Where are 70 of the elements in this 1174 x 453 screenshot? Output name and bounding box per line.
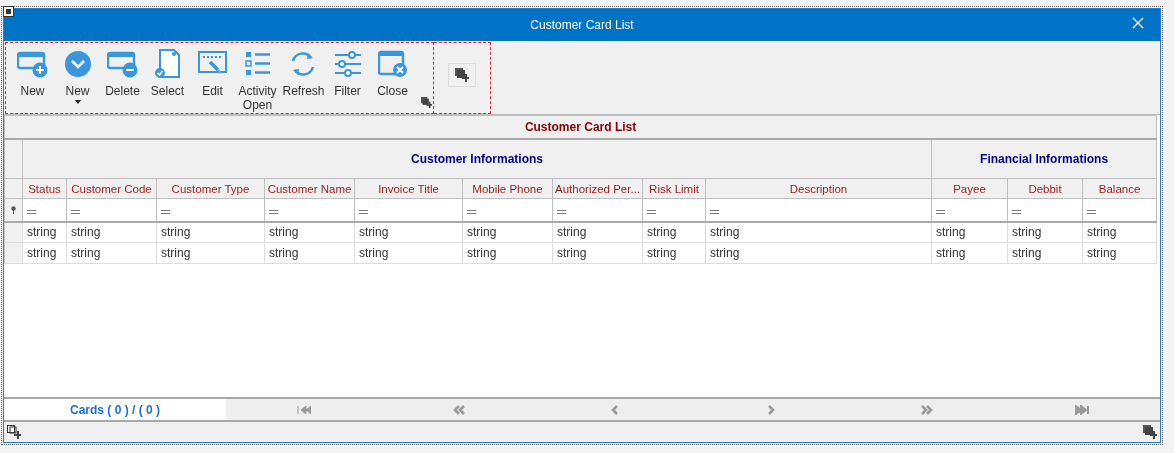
equals-icon[interactable] — [1087, 209, 1096, 214]
table-cell: string — [264, 221, 355, 243]
equals-icon[interactable] — [71, 209, 80, 214]
add-icon — [1143, 425, 1157, 439]
sliders-icon — [332, 50, 363, 78]
equals-icon[interactable] — [936, 209, 945, 214]
table-cell: string — [156, 221, 265, 243]
dropdown-button[interactable]: New — [55, 43, 100, 113]
toolbar-button[interactable]: Delete — [100, 43, 145, 113]
designer-icon — [3, 6, 14, 17]
table-cell: string — [931, 242, 1008, 264]
table-cell: string — [462, 242, 553, 264]
table-cell: string — [22, 221, 67, 243]
toolbar-button[interactable]: Select — [145, 43, 190, 113]
component-tray-icon — [7, 425, 21, 439]
table-cell: string — [66, 242, 157, 264]
table-cell: string — [705, 221, 932, 243]
table-cell: string — [156, 242, 265, 264]
toolbar-button[interactable]: Edit — [190, 43, 235, 113]
table-cell: string — [462, 221, 553, 243]
toolbar-button[interactable]: Refresh — [280, 43, 325, 113]
last-page-icon — [1075, 404, 1090, 415]
window-title: Customer Card List — [530, 18, 634, 32]
list-icon — [243, 50, 272, 78]
add-icon — [455, 68, 469, 82]
equals-icon[interactable] — [161, 209, 170, 214]
equals-icon[interactable] — [467, 209, 476, 214]
first-page-icon — [296, 404, 311, 415]
double-chevron-left-icon — [452, 404, 467, 415]
toolbar-button[interactable]: Filter — [325, 43, 370, 113]
pin-icon — [11, 205, 16, 214]
chevron-down-icon — [63, 50, 92, 78]
table-cell: string — [705, 242, 932, 264]
table-cell: string — [66, 221, 157, 243]
equals-icon[interactable] — [1012, 209, 1021, 214]
table-cell: string — [552, 221, 643, 243]
table-cell: string — [1082, 242, 1157, 264]
table-cell: string — [1007, 221, 1083, 243]
window-close-icon — [377, 50, 408, 78]
close-icon — [1132, 17, 1144, 29]
equals-icon[interactable] — [359, 209, 368, 214]
equals-icon[interactable] — [647, 209, 656, 214]
table-cell: string — [931, 221, 1008, 243]
table-cell: string — [1082, 221, 1157, 243]
toolbar-button[interactable]: Activity Open — [235, 43, 280, 113]
toolbar-button[interactable]: New — [10, 43, 55, 113]
grid-title: Customer Card List — [524, 119, 637, 134]
record-count: Cards ( 0 ) / ( 0 ) — [70, 402, 160, 417]
close-button[interactable] — [1132, 17, 1146, 31]
table-cell: string — [642, 221, 706, 243]
table-cell: string — [354, 242, 463, 264]
toolbar-button[interactable]: Close — [370, 43, 415, 113]
band-header: Financial Informations — [931, 138, 1157, 179]
window-minus-icon — [106, 50, 139, 78]
table-cell: string — [1007, 242, 1083, 264]
add-toolbar-button[interactable] — [448, 63, 476, 87]
table-cell: string — [22, 242, 67, 264]
add-icon — [421, 97, 432, 108]
double-chevron-right-icon — [919, 404, 934, 415]
band-header: Customer Informations — [22, 138, 932, 179]
equals-icon[interactable] — [710, 209, 719, 214]
equals-icon[interactable] — [269, 209, 278, 214]
equals-icon[interactable] — [557, 209, 566, 214]
table-cell: string — [354, 221, 463, 243]
document-check-icon — [153, 49, 182, 79]
table-cell: string — [264, 242, 355, 264]
table-cell: string — [642, 242, 706, 264]
table-cell: string — [552, 242, 643, 264]
equals-icon[interactable] — [27, 209, 36, 214]
window-plus-icon — [16, 50, 49, 78]
